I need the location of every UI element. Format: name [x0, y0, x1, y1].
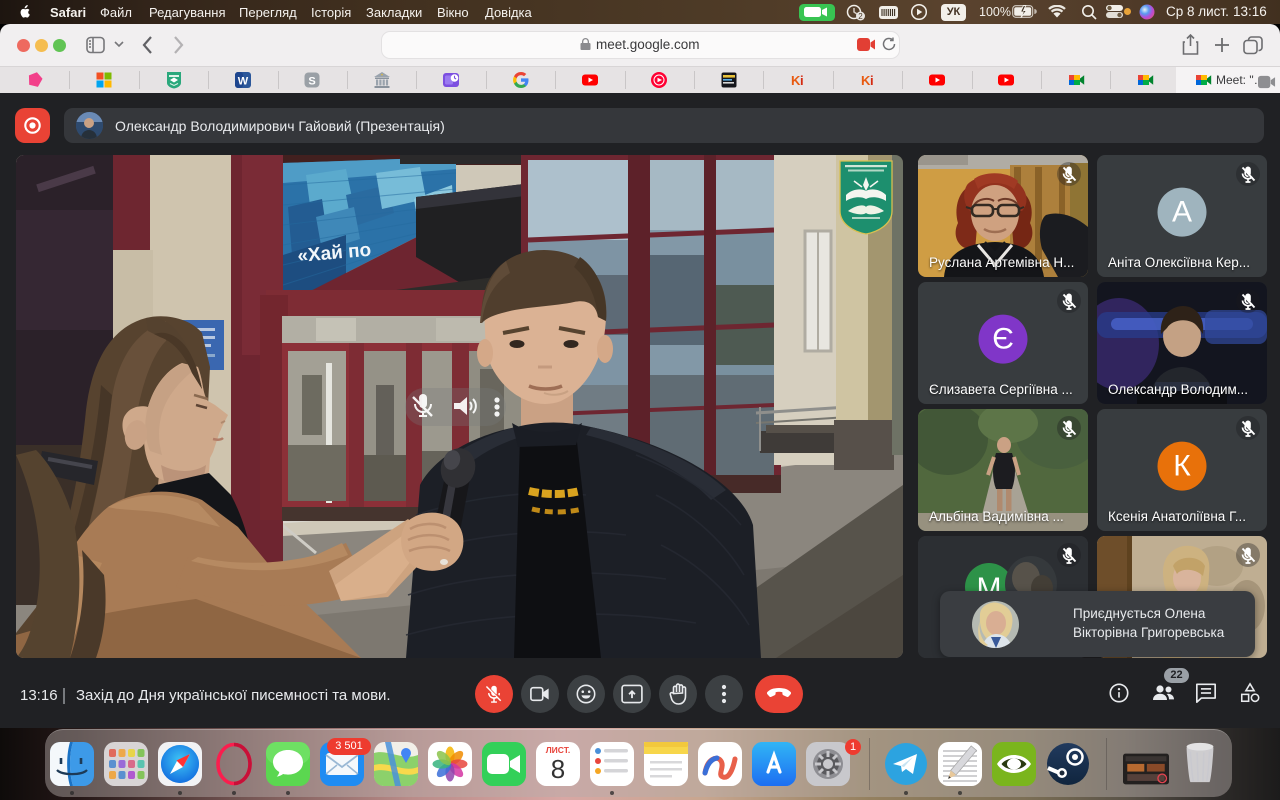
- svg-text:2: 2: [858, 12, 863, 21]
- svg-text:8: 8: [551, 754, 565, 784]
- svg-text:i: i: [870, 73, 874, 88]
- svg-text:S: S: [308, 76, 315, 88]
- svg-text:i: i: [800, 73, 804, 88]
- svg-text:W: W: [238, 76, 249, 88]
